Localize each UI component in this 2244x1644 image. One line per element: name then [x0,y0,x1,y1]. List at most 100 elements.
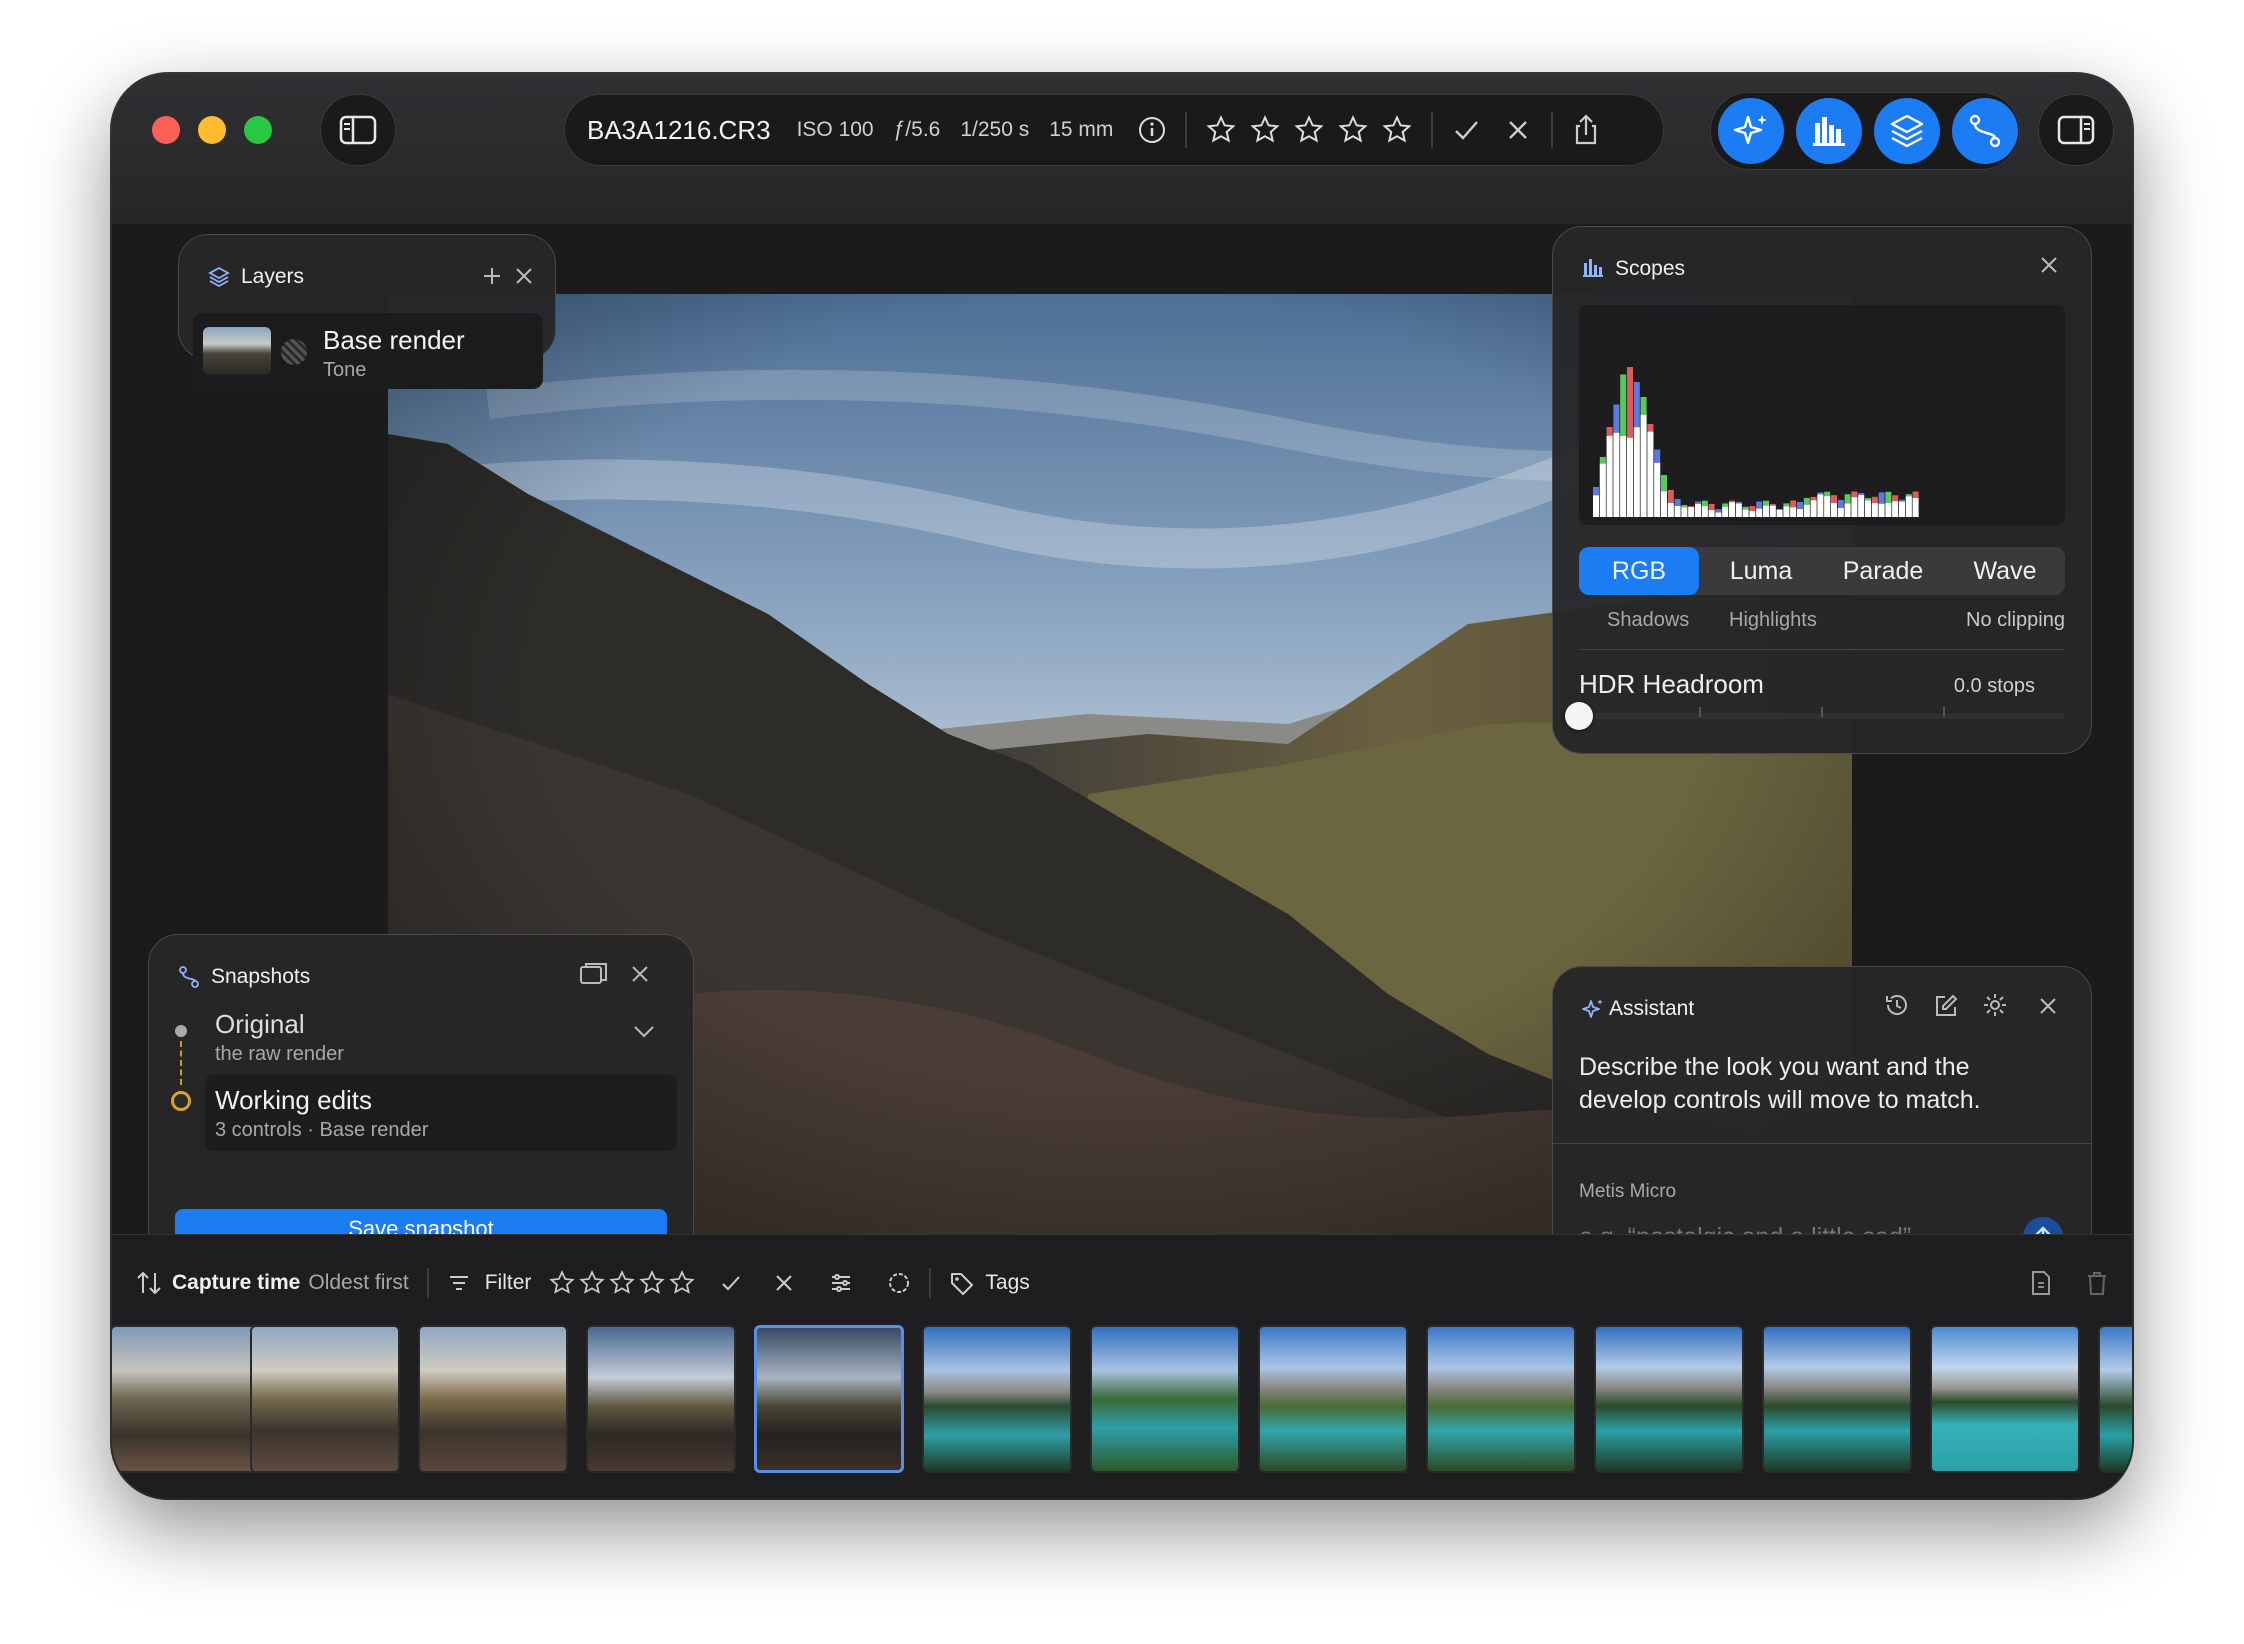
filmstrip-thumbnail[interactable] [922,1325,1072,1473]
filmstrip-thumbnail[interactable] [1594,1325,1744,1473]
info-icon [1139,117,1166,143]
rating-stars[interactable] [1205,115,1413,145]
reject-x-icon[interactable] [1503,115,1533,145]
rejected-filter-x-icon[interactable] [773,1272,795,1294]
histogram-bar [1763,505,1769,517]
compare-icon[interactable] [579,961,609,987]
slider-knob[interactable] [1565,702,1593,730]
assistant-panel: Assistant Describe the look you want and… [1552,966,2092,1234]
focal-length-value: 15 mm [1049,118,1114,141]
filmstrip-thumbnail[interactable] [1090,1325,1240,1473]
scope-mode-segmented-control[interactable]: RGB Luma Parade Wave [1579,547,2065,595]
close-icon[interactable] [629,963,651,985]
compose-icon[interactable] [1933,993,1959,1019]
star-icon[interactable] [609,1270,636,1296]
assistant-toggle-button[interactable] [1718,98,1784,164]
tab-luma[interactable]: Luma [1701,547,1821,595]
snapshot-subtitle: 3 controls · Base render [215,1119,429,1141]
star-4-icon[interactable] [1337,115,1369,145]
layer-title: Base render [323,325,465,355]
history-icon[interactable] [1883,991,1911,1019]
adjustments-icon[interactable] [829,1272,853,1294]
zoom-window-button[interactable] [244,116,272,144]
snapshot-item-working-edits[interactable]: Working edits 3 controls · Base render [205,1075,677,1151]
model-selector[interactable]: Metis Micro [1579,1181,1676,1203]
star-3-icon[interactable] [1293,115,1325,145]
histogram-bar [1688,507,1695,517]
histogram-bar [1892,501,1899,517]
layer-row-base-render[interactable]: Base render Tone [193,313,543,389]
filter-rating-stars[interactable] [549,1270,696,1296]
histogram-bar [1837,508,1844,517]
sort-order[interactable]: Oldest first [308,1271,408,1295]
filmstrip-thumbnail-selected[interactable] [754,1325,904,1473]
star-icon[interactable] [639,1270,666,1296]
filmstrip-thumbnail[interactable] [586,1325,736,1473]
divider [1185,112,1188,148]
filmstrip-thumbnail[interactable] [112,1325,260,1473]
close-icon[interactable] [2037,253,2061,277]
document-icon[interactable] [2030,1270,2052,1296]
histogram-bar [1627,437,1633,517]
layers-toggle-button[interactable] [1874,98,1940,164]
snapshot-item-original[interactable]: Original the raw render [205,999,677,1071]
highlights-label[interactable]: Highlights [1729,609,1817,632]
chevron-down-icon[interactable] [633,1025,655,1039]
filmstrip-thumbnail[interactable] [1426,1325,1576,1473]
assistant-prompt-text: Describe the look you want and the devel… [1579,1053,1981,1114]
save-snapshot-button[interactable]: Save snapshot [175,1209,667,1234]
histogram-bar [1844,503,1851,517]
divider [1551,112,1554,148]
send-button[interactable] [2023,1217,2063,1234]
sort-icon[interactable] [136,1270,162,1296]
histogram-bar [1599,463,1606,517]
scopes-panel: Scopes RGB Luma Parade Wave Shadows High… [1552,226,2092,754]
tab-rgb[interactable]: RGB [1579,547,1699,595]
tag-icon[interactable] [949,1270,975,1296]
toggle-left-sidebar-button[interactable] [320,94,396,166]
tab-parade[interactable]: Parade [1823,547,1943,595]
star-icon[interactable] [669,1270,696,1296]
tab-wave[interactable]: Wave [1945,547,2065,595]
photo-canvas[interactable]: Layers Base render Tone Scopes RGB Luma … [112,224,2132,1234]
star-1-icon[interactable] [1205,115,1237,145]
info-button[interactable] [1137,115,1167,145]
snapshots-toggle-button[interactable] [1952,98,2018,164]
filmstrip-thumbnail[interactable] [1930,1325,2080,1473]
tags-label[interactable]: Tags [985,1271,1029,1295]
filter-label[interactable]: Filter [485,1271,532,1295]
picked-filter-checkmark-icon[interactable] [719,1271,743,1295]
histogram-bar [1885,503,1892,517]
star-icon[interactable] [549,1270,576,1296]
filmstrip-thumbnail[interactable] [1762,1325,1912,1473]
star-2-icon[interactable] [1249,115,1281,145]
histogram-bar [1878,503,1885,517]
trash-icon[interactable] [2086,1270,2108,1296]
close-window-button[interactable] [152,116,180,144]
filmstrip-thumbnail[interactable] [250,1325,400,1473]
pick-checkmark-icon[interactable] [1451,115,1481,145]
share-icon[interactable] [1571,113,1601,147]
add-icon[interactable] [481,265,503,287]
timeline-current-dot [171,1091,191,1111]
star-5-icon[interactable] [1381,115,1413,145]
minimize-window-button[interactable] [198,116,226,144]
arrow-up-icon [2035,1226,2051,1234]
assistant-input[interactable] [1579,1217,2009,1234]
color-label-icon[interactable] [887,1271,911,1295]
filter-icon[interactable] [447,1272,471,1294]
close-icon[interactable] [513,265,535,287]
shadows-label[interactable]: Shadows [1607,609,1689,632]
gear-icon[interactable] [1981,991,2009,1019]
hdr-headroom-slider[interactable] [1565,702,2065,730]
filmstrip-thumbnail[interactable] [2098,1325,2132,1473]
filmstrip-thumbnail[interactable] [1258,1325,1408,1473]
sort-field[interactable]: Capture time [172,1271,300,1295]
filmstrip-thumbnail[interactable] [418,1325,568,1473]
toggle-right-sidebar-button[interactable] [2038,94,2114,166]
close-icon[interactable] [2037,995,2059,1017]
star-icon[interactable] [579,1270,606,1296]
file-name: BA3A1216.CR3 [587,114,771,145]
scopes-toggle-button[interactable] [1796,98,1862,164]
sidebar-left-icon [339,115,377,145]
